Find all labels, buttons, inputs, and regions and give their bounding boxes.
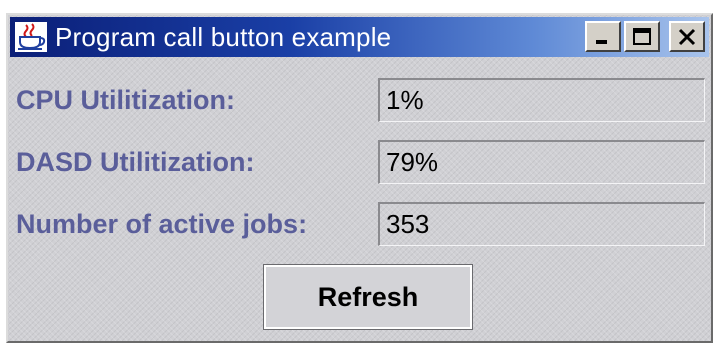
dasd-utilization-label: DASD Utilitization:	[16, 146, 255, 177]
maximize-icon	[633, 27, 651, 45]
active-jobs-row: Number of active jobs: 353	[16, 201, 705, 247]
dasd-utilization-field[interactable]: 79%	[378, 140, 705, 184]
minimize-icon	[596, 39, 607, 44]
cpu-row: CPU Utilitization: 1%	[16, 77, 705, 123]
window-controls	[585, 21, 705, 52]
active-jobs-label: Number of active jobs:	[16, 208, 308, 239]
minimize-button[interactable]	[585, 21, 621, 52]
cpu-utilization-label: CPU Utilitization:	[16, 84, 235, 115]
app-window: Program call button example CPU Utilitiz…	[6, 13, 713, 343]
maximize-button[interactable]	[624, 21, 660, 52]
window-title: Program call button example	[55, 21, 392, 52]
java-coffee-cup-icon[interactable]	[13, 21, 49, 53]
dasd-row: DASD Utilitization: 79%	[16, 139, 705, 185]
title-bar[interactable]: Program call button example	[10, 17, 709, 57]
close-button[interactable]	[669, 21, 705, 52]
active-jobs-field[interactable]: 353	[378, 202, 705, 246]
cpu-utilization-field[interactable]: 1%	[378, 78, 705, 122]
close-icon	[678, 28, 696, 45]
refresh-button[interactable]: Refresh	[263, 264, 473, 330]
